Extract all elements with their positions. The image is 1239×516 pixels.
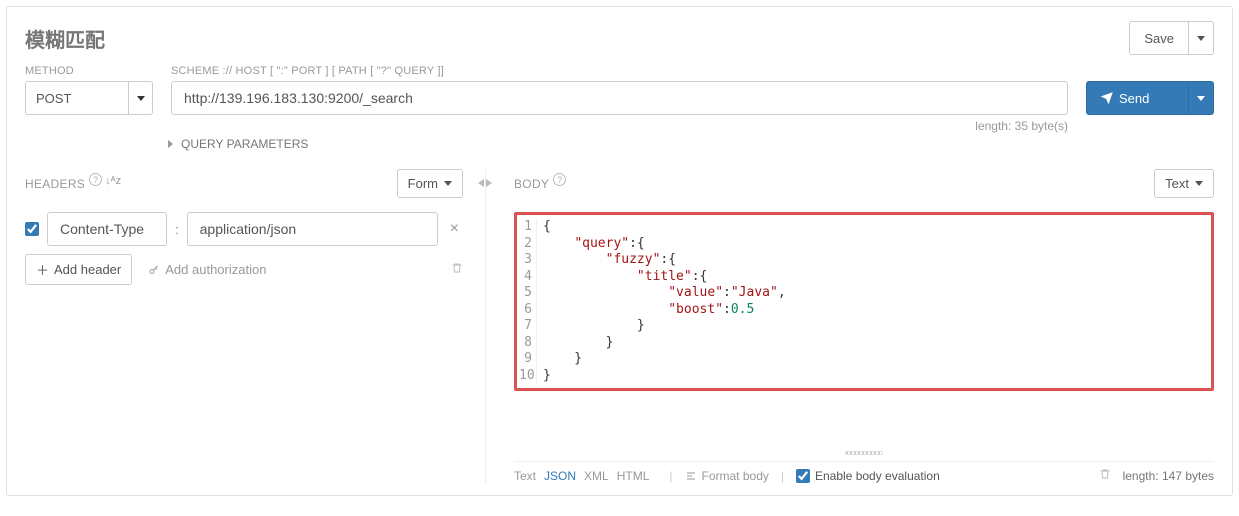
key-icon	[148, 264, 160, 276]
header-row: : ×	[25, 212, 463, 246]
send-button[interactable]: Send	[1086, 81, 1189, 115]
body-length: length: 147 bytes	[1123, 469, 1214, 483]
body-editor[interactable]: 12345678910 { "query":{ "fuzzy":{ "title…	[514, 212, 1214, 391]
add-authorization-button[interactable]: Add authorization	[148, 262, 266, 277]
save-button-group: Save	[1129, 21, 1214, 55]
body-mode-json[interactable]: JSON	[544, 469, 576, 483]
trash-icon[interactable]	[451, 262, 463, 277]
body-mode-html[interactable]: HTML	[617, 469, 650, 483]
send-icon	[1101, 92, 1113, 104]
body-mode-select[interactable]: Text	[1154, 169, 1214, 198]
body-mode-xml[interactable]: XML	[584, 469, 609, 483]
add-header-button[interactable]: ＋ Add header	[25, 254, 132, 285]
header-name-input[interactable]	[47, 212, 167, 246]
method-label: METHOD	[25, 65, 153, 77]
save-button[interactable]: Save	[1129, 21, 1189, 55]
resize-handle[interactable]	[514, 451, 1214, 455]
send-dropdown-button[interactable]	[1189, 81, 1214, 115]
body-format-modes: Text JSON XML HTML	[514, 469, 657, 483]
help-icon[interactable]: ?	[553, 173, 566, 186]
query-parameters-toggle[interactable]: QUERY PARAMETERS	[168, 137, 1214, 151]
format-body-button[interactable]: Format body	[685, 469, 769, 483]
save-dropdown-button[interactable]	[1189, 21, 1214, 55]
trash-icon[interactable]	[1099, 468, 1111, 483]
body-mode-value: Text	[1165, 176, 1189, 191]
chevron-down-icon	[444, 181, 452, 186]
pane-collapse-handle[interactable]	[477, 175, 493, 190]
chevron-down-icon	[1197, 96, 1205, 101]
url-label: SCHEME :// HOST [ ":" PORT ] [ PATH [ "?…	[171, 65, 1068, 77]
method-select[interactable]: POST	[25, 81, 153, 115]
body-mode-text[interactable]: Text	[514, 469, 536, 483]
url-input[interactable]	[171, 81, 1068, 115]
headers-pane: HEADERS ? ↓ᴬᴢ Form : × ＋ Add heade	[25, 169, 485, 483]
query-parameters-label: QUERY PARAMETERS	[181, 137, 308, 151]
headers-label: HEADERS	[25, 177, 85, 191]
plus-icon: ＋	[36, 260, 49, 279]
help-icon[interactable]: ?	[89, 173, 102, 186]
headers-mode-select[interactable]: Form	[397, 169, 463, 198]
header-enabled-checkbox[interactable]	[25, 222, 39, 236]
chevron-down-icon	[1197, 36, 1205, 41]
caret-right-icon	[168, 140, 173, 148]
headers-mode-value: Form	[408, 176, 438, 191]
url-length: length: 35 byte(s)	[171, 119, 1068, 133]
remove-header-button[interactable]: ×	[446, 220, 463, 238]
chevron-down-icon	[1195, 181, 1203, 186]
method-value: POST	[36, 91, 71, 106]
code-content: { "query":{ "fuzzy":{ "title":{ "value":…	[537, 219, 786, 384]
request-title: 模糊匹配	[25, 24, 1129, 53]
enable-body-eval-toggle[interactable]: Enable body evaluation	[796, 469, 940, 483]
chevron-down-icon	[137, 96, 145, 101]
request-panel: 模糊匹配 Save METHOD SCHEME :// HOST [ ":" P…	[6, 6, 1233, 496]
header-value-input[interactable]	[187, 212, 438, 246]
format-icon	[685, 470, 697, 482]
line-gutter: 12345678910	[519, 219, 537, 384]
body-pane: BODY ? Text 12345678910 { "query":{ "fuz…	[485, 169, 1214, 483]
sort-icon[interactable]: ↓ᴬᴢ	[105, 175, 121, 187]
enable-body-eval-checkbox[interactable]	[796, 469, 810, 483]
body-label: BODY	[514, 177, 549, 191]
send-label: Send	[1119, 91, 1149, 106]
colon: :	[175, 222, 179, 237]
